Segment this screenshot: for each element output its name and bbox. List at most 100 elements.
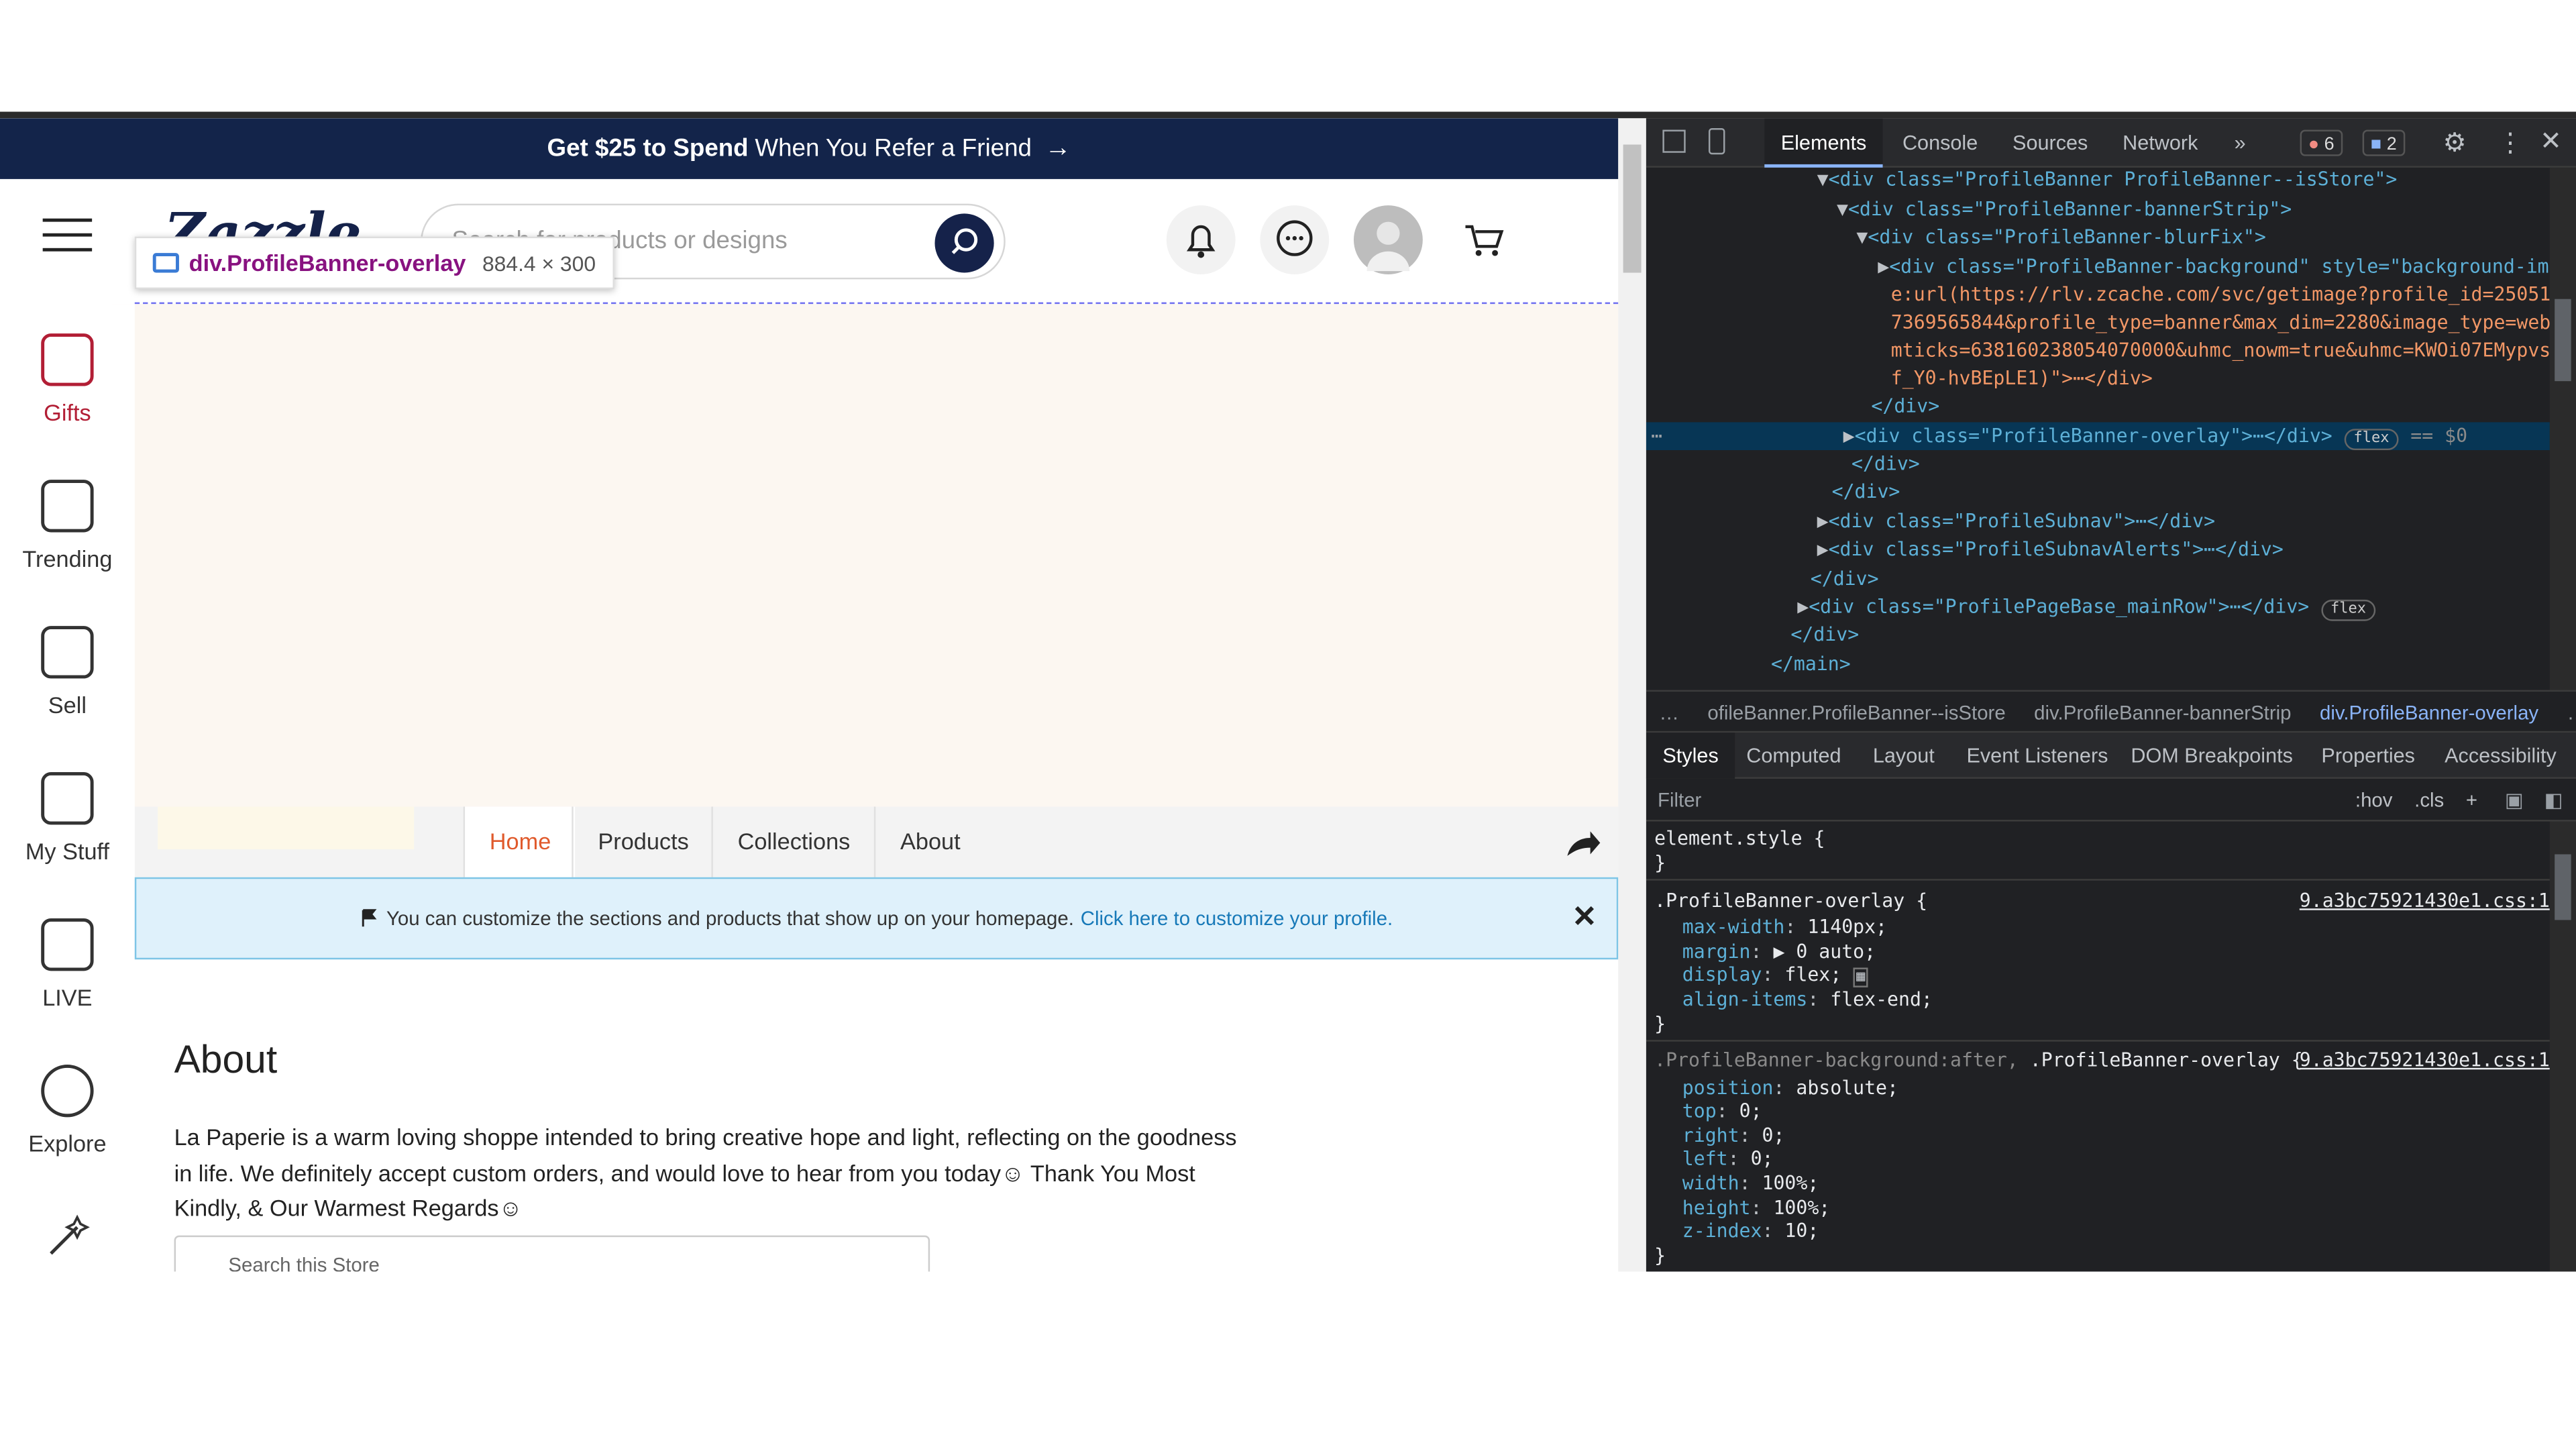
rule-selector[interactable]: .ProfileBanner-background:after, .Profil… <box>1654 1048 2303 1072</box>
dom-node[interactable]: ▶<div class="ProfileSubnavAlerts">⋯</div… <box>1817 535 2284 564</box>
dom-scrollbar[interactable] <box>2549 167 2576 690</box>
rule-close: } <box>1654 1012 1666 1035</box>
sidebar-item-gifts[interactable]: Gifts <box>0 333 135 425</box>
rule-source-link[interactable]: 9.a3bc75921430e1.css:1 <box>2300 889 2550 913</box>
scrollbar-thumb[interactable] <box>1623 144 1642 273</box>
breadcrumb-item-active[interactable]: div.ProfileBanner-overlay <box>2320 702 2538 724</box>
sidebar-toggle-icon[interactable]: ◧ <box>2544 779 2563 822</box>
css-property[interactable]: margin: ▶ 0 auto; <box>1682 940 1876 964</box>
sidebar-item-label: My Stuff <box>25 837 109 865</box>
tab-console[interactable]: Console <box>1886 118 1994 167</box>
cart-icon[interactable] <box>1449 205 1518 274</box>
about-body: La Paperie is a warm loving shoppe inten… <box>174 1124 1237 1221</box>
search-icon <box>951 228 978 254</box>
bell-icon[interactable] <box>1166 205 1236 274</box>
breadcrumb-item[interactable]: div.ProfileBanner-bannerStrip <box>2034 702 2291 724</box>
new-rule-icon[interactable]: + <box>2466 789 2477 812</box>
rule-selector[interactable]: .ProfileBanner-overlay { <box>1654 889 1927 913</box>
breadcrumb-item[interactable]: ofileBanner.ProfileBanner--isStore <box>1707 702 2005 724</box>
tab-dom-breakpoints[interactable]: DOM Breakpoints <box>2114 733 2310 779</box>
tab-sources[interactable]: Sources <box>1996 118 2104 167</box>
sidebar-item-sell[interactable]: Sell <box>0 626 135 718</box>
trending-icon <box>41 480 94 533</box>
tab-event-listeners[interactable]: Event Listeners <box>1950 733 2125 779</box>
device-toolbar-icon[interactable] <box>1708 128 1725 155</box>
gear-icon[interactable]: ⚙ <box>2443 127 2467 160</box>
search-button[interactable] <box>934 213 994 273</box>
sidebar-item-create[interactable] <box>0 1211 135 1272</box>
css-property[interactable]: top: 0; <box>1682 1099 1762 1123</box>
sidebar-item-my-stuff[interactable]: My Stuff <box>0 772 135 864</box>
css-property[interactable]: right: 0; <box>1682 1124 1785 1148</box>
css-property[interactable]: height: 100%; <box>1682 1196 1830 1220</box>
inspect-tooltip: div.ProfileBanner-overlay 884.4 × 300 <box>134 236 614 290</box>
scrollbar-thumb[interactable] <box>2555 854 2571 920</box>
breadcrumb-more[interactable]: … <box>1659 702 1678 724</box>
dom-node[interactable]: ▶<div class="ProfileSubnav">⋯</div> <box>1817 508 2216 536</box>
flex-badge[interactable]: flex <box>2320 599 2376 621</box>
cls-toggle[interactable]: .cls <box>2414 789 2444 812</box>
dom-node[interactable]: ▶<div class="ProfilePageBase_mainRow">⋯<… <box>1797 593 2376 621</box>
message-count: 2 <box>2386 134 2397 155</box>
dom-node[interactable]: ▶<div class="ProfileBanner-background" s… <box>1878 253 2571 281</box>
message-count-badge[interactable]: ■ 2 <box>2362 129 2405 156</box>
hamburger-menu-icon[interactable] <box>42 218 93 263</box>
share-icon[interactable] <box>1562 823 1602 872</box>
filter-controls: :hov .cls + <box>2355 779 2477 822</box>
tab-layout[interactable]: Layout <box>1856 733 1951 779</box>
customize-profile-link[interactable]: Click here to customize your profile. <box>1081 907 1393 930</box>
sidebar-item-label: Gifts <box>44 399 91 426</box>
css-property[interactable]: width: 100%; <box>1682 1171 1819 1195</box>
inspect-element-icon[interactable] <box>1662 129 1686 153</box>
dom-node-text: <div class="ProfileSubnav">⋯</div> <box>1828 509 2216 533</box>
tab-network[interactable]: Network <box>2106 118 2214 167</box>
sidebar-item-explore[interactable]: Explore <box>0 1064 135 1157</box>
tab-home[interactable]: Home <box>463 806 576 877</box>
breadcrumb-more[interactable]: … <box>2567 702 2576 724</box>
dom-node[interactable]: ▼<div class="ProfileBanner-bannerStrip"> <box>1837 195 2292 223</box>
tab-styles[interactable]: Styles <box>1646 733 1735 779</box>
store-search-input[interactable]: Search this Store <box>174 1235 930 1272</box>
about-section: About La Paperie is a warm loving shoppe… <box>174 1038 1258 1226</box>
css-property[interactable]: left: 0; <box>1682 1146 1774 1171</box>
hov-toggle[interactable]: :hov <box>2355 789 2393 812</box>
page-scrollbar[interactable] <box>1618 118 1646 1272</box>
css-property[interactable]: position: absolute; <box>1682 1076 1898 1100</box>
styles-scrollbar[interactable] <box>2549 821 2576 1272</box>
close-icon[interactable]: ✕ <box>1572 900 1597 934</box>
element-style-selector[interactable]: element.style { <box>1654 826 1825 851</box>
css-property[interactable]: max-width: 1140px; <box>1682 915 1887 939</box>
scrollbar-thumb[interactable] <box>2555 299 2571 382</box>
dom-node-selected[interactable]: ⋯ ▶<div class="ProfileBanner-overlay">⋯</… <box>1646 422 2550 451</box>
rule-divider <box>1646 879 2550 881</box>
top-whitespace <box>0 0 2576 112</box>
dom-node[interactable]: ▼<div class="ProfileBanner-blurFix"> <box>1856 223 2265 252</box>
promo-banner[interactable]: Get $25 to Spend When You Refer a Friend… <box>0 118 1619 179</box>
dom-node-text: </div> <box>1871 394 1940 418</box>
sidebar-item-trending[interactable]: Trending <box>0 480 135 572</box>
paint-icon[interactable]: ▣ <box>2505 779 2524 822</box>
tab-accessibility[interactable]: Accessibility <box>2428 733 2573 779</box>
chat-icon[interactable] <box>1260 205 1330 274</box>
kebab-menu-icon[interactable]: ⋮ <box>2497 127 2523 160</box>
dom-node[interactable]: ▼<div class="ProfileBanner ProfileBanner… <box>1817 166 2398 194</box>
css-property[interactable]: z-index: 10; <box>1682 1219 1819 1243</box>
css-property[interactable]: display: flex; ▦ <box>1682 963 1869 987</box>
tab-properties[interactable]: Properties <box>2305 733 2432 779</box>
flex-badge[interactable]: flex <box>2343 429 2400 451</box>
folder-icon <box>41 772 94 825</box>
tab-computed[interactable]: Computed <box>1730 733 1858 779</box>
tab-collections[interactable]: Collections <box>711 806 875 877</box>
avatar[interactable] <box>1353 205 1423 274</box>
tab-products[interactable]: Products <box>572 806 713 877</box>
tab-about[interactable]: About <box>873 806 985 877</box>
sidebar-item-live[interactable]: LIVE <box>0 918 135 1010</box>
tab-elements[interactable]: Elements <box>1764 118 1883 168</box>
error-count-badge[interactable]: ● 6 <box>2300 129 2343 156</box>
rule-source-link[interactable]: 9.a3bc75921430e1.css:1 <box>2300 1048 2550 1072</box>
css-property[interactable]: align-items: flex-end; <box>1682 987 1933 1012</box>
styles-filter-input[interactable]: Filter :hov .cls + ▣ ◧ <box>1646 779 2576 822</box>
close-icon[interactable]: ✕ <box>2540 125 2562 158</box>
more-tabs-icon[interactable]: » <box>2218 118 2262 167</box>
flex-editor-icon[interactable]: ▦ <box>1853 967 1869 987</box>
